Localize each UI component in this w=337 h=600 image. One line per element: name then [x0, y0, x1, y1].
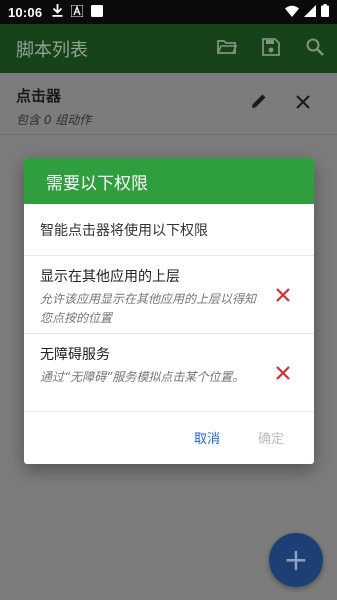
pencil-icon [250, 92, 268, 114]
status-bar: 10:06 [0, 0, 337, 24]
folder-open-button[interactable] [205, 27, 249, 71]
add-script-button[interactable]: + [269, 533, 323, 587]
search-icon [306, 38, 324, 60]
ok-button[interactable]: 确定 [258, 428, 284, 447]
permission-overlay[interactable]: 显示在其他应用的上层 允许该应用显示在其他应用的上层以得知您点按的位置 [24, 256, 314, 334]
save-icon [262, 37, 280, 60]
edit-button[interactable] [245, 89, 273, 117]
folder-open-icon [217, 39, 238, 59]
app-bar: 脚本列表 [0, 24, 337, 73]
permission-title: 显示在其他应用的上层 [40, 269, 180, 285]
save-button[interactable] [249, 27, 293, 71]
permission-denied-icon [272, 284, 294, 306]
permission-accessibility[interactable]: 无障碍服务 通过“无障碍”服务模拟点击某个位置。 [24, 334, 314, 412]
wifi-icon [285, 5, 299, 20]
square-notification-icon [91, 4, 104, 20]
dialog-intro: 智能点击器将使用以下权限 [24, 204, 314, 256]
permission-description: 通过“无障碍”服务模拟点击某个位置。 [40, 370, 245, 384]
script-subtitle: 包含 0 组动作 [16, 113, 92, 127]
permission-title: 无障碍服务 [40, 347, 110, 363]
dialog-actions: 取消 确定 [24, 412, 314, 464]
battery-icon [321, 4, 329, 20]
download-icon [52, 4, 63, 20]
plus-icon: + [283, 542, 309, 578]
dialog-title: 需要以下权限 [46, 173, 148, 194]
script-name: 点击器 [16, 87, 62, 105]
close-icon [296, 94, 310, 113]
dialog-header: 需要以下权限 [24, 158, 314, 204]
delete-button[interactable] [289, 89, 317, 117]
permission-description: 允许该应用显示在其他应用的上层以得知您点按的位置 [40, 292, 257, 325]
app-title: 脚本列表 [16, 39, 88, 61]
status-time: 10:06 [8, 4, 43, 20]
a-notification-icon [70, 4, 84, 20]
permission-dialog: 需要以下权限 智能点击器将使用以下权限 显示在其他应用的上层 允许该应用显示在其… [24, 158, 314, 464]
cancel-button[interactable]: 取消 [194, 428, 220, 447]
signal-icon [304, 4, 316, 20]
permission-denied-icon [272, 362, 294, 384]
search-button[interactable] [293, 27, 337, 71]
list-item[interactable]: 点击器 包含 0 组动作 [0, 73, 337, 135]
